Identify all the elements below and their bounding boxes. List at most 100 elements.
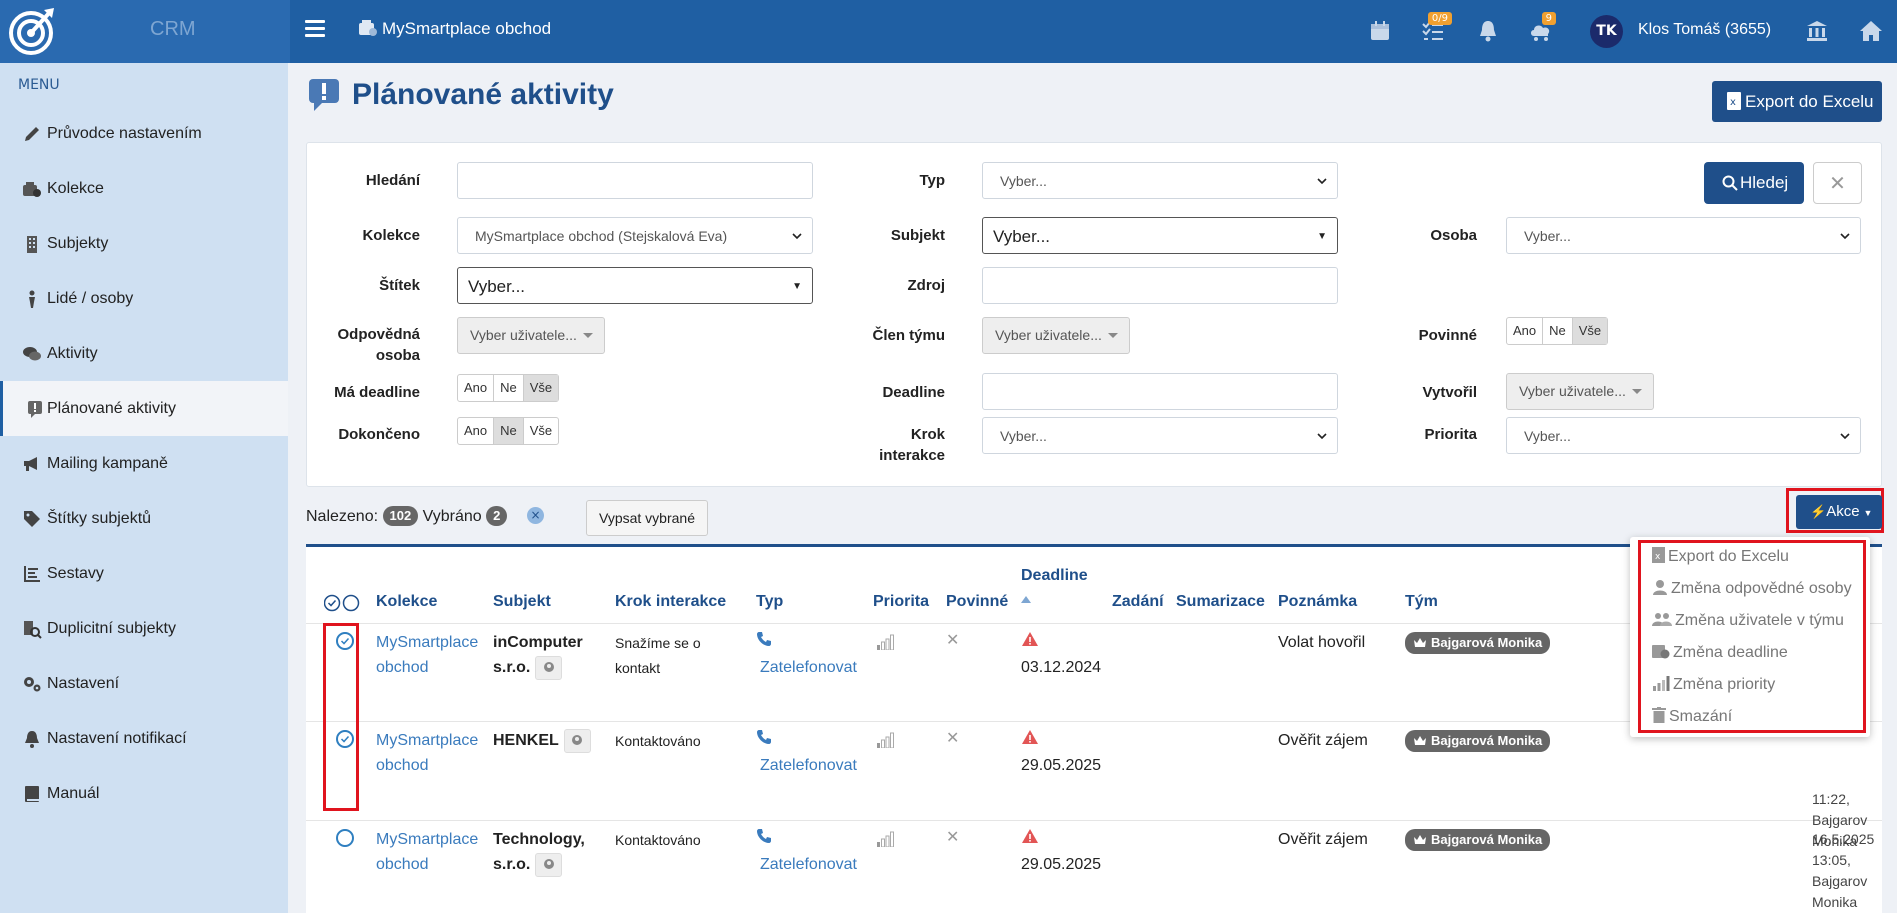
team-member-select[interactable]: Vyber uživatele... [982,317,1130,354]
header-deadline[interactable]: Deadline [1021,567,1088,585]
sidebar-item-stitky[interactable]: Štítky subjektů [0,491,288,546]
svg-text:x: x [1655,552,1661,562]
sidebar-item-sestavy[interactable]: Sestavy [0,546,288,601]
mandatory-toggle[interactable]: Ano Ne Vše [1506,317,1609,345]
user-name[interactable]: Klos Tomáš (3655) [1638,21,1771,39]
row-type-link[interactable]: Zatelefonovat [756,827,857,877]
header-tym[interactable]: Tým [1405,593,1438,611]
row-type-link[interactable]: Zatelefonovat [756,630,857,680]
row-subject[interactable]: HENKEL [493,728,591,753]
step-select[interactable]: Vyber... [982,417,1338,454]
type-select[interactable]: Vyber... [982,162,1338,199]
tag-select[interactable]: Vyber... ▼ [457,267,813,304]
row-type-link[interactable]: Zatelefonovat [756,728,857,778]
subject-label: Subjekt [890,227,945,244]
lightning-icon: ⚡ [1810,504,1827,519]
sidebar-item-planovane-aktivity[interactable]: Plánované aktivity [0,381,288,436]
has-deadline-no[interactable]: Ne [494,375,524,401]
person-icon[interactable] [563,728,591,753]
person-icon[interactable] [535,655,563,680]
logo[interactable]: CRM [0,0,290,63]
hamburger-menu-icon[interactable] [305,20,325,40]
sidebar-item-lide[interactable]: Lidé / osoby [0,271,288,326]
clear-selection-icon[interactable]: × [527,507,544,524]
mandatory-yes[interactable]: Ano [1507,318,1544,344]
export-excel-button[interactable]: x Export do Excelu [1712,81,1882,122]
sidebar-item-notifikace[interactable]: Nastavení notifikací [0,711,288,766]
created-by-select[interactable]: Vyber uživatele... [1506,373,1654,410]
clear-filter-button[interactable]: ✕ [1813,162,1862,204]
source-input[interactable] [982,267,1338,304]
subject-select[interactable]: Vyber... ▼ [982,217,1338,254]
exclamation-icon [28,401,42,418]
sidebar-item-aktivity[interactable]: Aktivity [0,326,288,381]
header-sumarizace[interactable]: Sumarizace [1176,593,1265,611]
top-bar: CRM MySmartplace obchod 0/9 9 TK Klos To… [0,0,1897,63]
notifications-cloud-icon[interactable]: 9 [1528,12,1556,44]
row-collection-link[interactable]: MySmartplace obchod [376,827,478,877]
person-icon[interactable] [535,852,563,877]
collection-select[interactable]: MySmartplace obchod (Stejskalová Eva) [457,217,813,254]
header-typ[interactable]: Typ [756,593,783,611]
row-subject[interactable]: inComputer s.r.o. [493,630,583,680]
select-all-icon[interactable] [323,594,360,616]
mandatory-all[interactable]: Vše [1572,318,1608,344]
action-export-excel[interactable]: x Export do Excelu [1652,547,1789,566]
header-subjekt[interactable]: Subjekt [493,593,551,611]
header-kolekce[interactable]: Kolekce [376,593,437,611]
collection-title[interactable]: MySmartplace obchod [358,19,551,39]
row-note: Ověřit zájem [1278,831,1368,848]
header-krok[interactable]: Krok interakce [615,593,726,611]
completed-toggle[interactable]: Ano Ne Vše [457,417,560,445]
actions-button[interactable]: ⚡Akce ▼ [1796,495,1882,529]
found-count: 102 [382,506,419,526]
home-icon[interactable] [1858,18,1884,44]
action-change-priority[interactable]: Změna priority [1652,675,1775,694]
tasks-icon[interactable]: 0/9 [1420,12,1452,44]
priority-signal-icon [877,732,894,748]
has-deadline-toggle[interactable]: Ano Ne Vše [457,374,560,402]
chevron-down-icon [1840,233,1850,240]
row-collection-link[interactable]: MySmartplace obchod [376,728,478,778]
search-button[interactable]: Hledej [1704,162,1804,204]
has-deadline-all[interactable]: Vše [523,375,559,401]
sidebar-item-duplicitni[interactable]: Duplicitní subjekty [0,601,288,656]
action-change-responsible[interactable]: Změna odpovědné osoby [1652,579,1852,598]
header-priorita[interactable]: Priorita [873,593,929,611]
header-poznamka[interactable]: Poznámka [1278,593,1357,611]
mandatory-no[interactable]: Ne [1543,318,1573,344]
row-select-checkbox[interactable] [336,829,354,847]
completed-yes[interactable]: Ano [458,418,495,444]
sidebar-item-nastaveni[interactable]: Nastavení [0,656,288,711]
action-change-team-user[interactable]: Změna uživatele v týmu [1652,611,1844,630]
header-povinne[interactable]: Povinné [946,593,1008,611]
person-select[interactable]: Vyber... [1506,217,1861,254]
sidebar-item-subjekty[interactable]: Subjekty [0,216,288,271]
deadline-input[interactable] [982,373,1338,410]
row-subject[interactable]: Technology, s.r.o. [493,827,585,877]
actions-dropdown: x Export do Excelu Změna odpovědné osoby … [1630,537,1870,737]
sidebar-item-manual[interactable]: Manuál [0,766,288,821]
selected-count: 2 [486,506,508,526]
row-collection-link[interactable]: MySmartplace obchod [376,630,478,680]
search-input[interactable] [457,162,813,199]
exclamation-icon [309,79,339,111]
action-delete[interactable]: Smazání [1652,707,1732,726]
completed-all[interactable]: Vše [524,418,558,444]
action-change-deadline[interactable]: Změna deadline [1652,643,1788,662]
sidebar-item-kolekce[interactable]: Kolekce [0,161,288,216]
institution-icon[interactable] [1804,18,1830,44]
sidebar-item-mailing[interactable]: Mailing kampaně [0,436,288,491]
bell-icon[interactable] [1475,18,1501,44]
avatar[interactable]: TK [1590,15,1623,48]
has-deadline-yes[interactable]: Ano [458,375,495,401]
sort-ascending-icon[interactable] [1021,595,1031,603]
sidebar-item-pruvodce[interactable]: Průvodce nastavením [0,106,288,161]
list-selected-button[interactable]: Vypsat vybrané [586,500,708,536]
header-zadani[interactable]: Zadání [1112,593,1164,611]
responsible-user-select[interactable]: Vyber uživatele... [457,317,605,354]
completed-no[interactable]: Ne [494,418,524,444]
step-label: Krok interakce [879,426,945,464]
priority-select[interactable]: Vyber... [1506,417,1861,454]
calendar-icon[interactable] [1367,18,1393,44]
